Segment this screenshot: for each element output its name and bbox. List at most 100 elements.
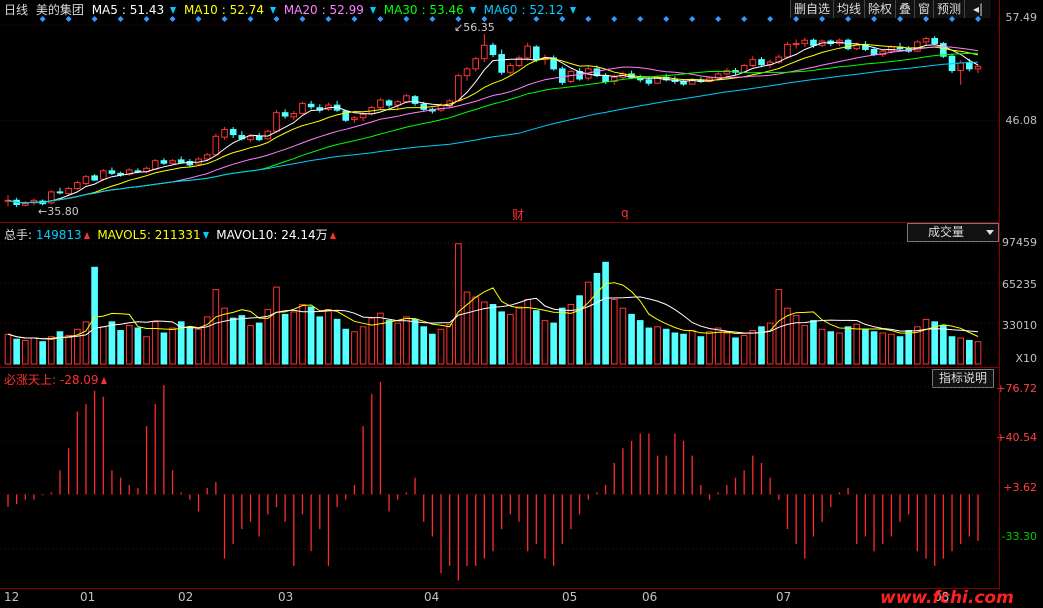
volume-bar: [212, 289, 220, 365]
signal-diamond: [559, 16, 566, 22]
candle-body: [792, 43, 800, 46]
candle-body: [749, 59, 757, 66]
watermark: www.fchi.com: [880, 588, 1014, 608]
volume-bar: [896, 336, 904, 365]
signal-diamond: [585, 16, 592, 22]
signal-diamond: [507, 16, 514, 22]
x-label-may: 05: [562, 590, 578, 604]
volume-bar: [429, 333, 436, 365]
stock-chart[interactable]: [0, 0, 1000, 590]
candle-body: [870, 48, 878, 56]
candle-body: [966, 62, 973, 70]
volume-bar: [247, 325, 254, 365]
volume-bar: [940, 325, 947, 365]
volume-bar: [723, 332, 731, 365]
candle-body: [151, 160, 159, 170]
volume-bar: [619, 307, 627, 365]
volume-bar: [342, 328, 350, 365]
signal-diamond: [143, 16, 150, 22]
signal-diamond: [325, 16, 332, 22]
volume-bar: [922, 318, 930, 365]
volume-bar: [801, 325, 809, 365]
volume-bar: [169, 327, 176, 365]
volume-bar: [22, 339, 29, 365]
volume-bar: [810, 320, 817, 365]
x-label-jun: 06: [642, 590, 658, 604]
volume-bar: [836, 332, 843, 365]
candle-body: [65, 188, 72, 195]
high-price-label: ↙56.35: [454, 21, 495, 34]
indicator-axis-2: +40.54: [996, 431, 1037, 444]
candle-body: [82, 176, 90, 184]
volume-bar: [697, 336, 705, 365]
x-label-feb: 02: [178, 590, 194, 604]
candle-body: [73, 182, 81, 190]
candle-body: [203, 154, 211, 160]
candle-body: [307, 103, 315, 108]
volume-bar: [862, 328, 869, 365]
volume-bar: [550, 322, 557, 365]
candle-body: [290, 113, 298, 118]
volume-bar: [39, 341, 46, 365]
volume-bar: [56, 331, 64, 365]
volume-bar: [584, 281, 592, 365]
x-label-mar: 03: [278, 590, 294, 604]
volume-bar: [507, 313, 514, 365]
candle-body: [299, 102, 306, 115]
indicator-axis-3: +3.62: [1003, 481, 1037, 494]
volume-bar: [870, 331, 878, 365]
volume-bar: [221, 307, 228, 365]
volume-bar: [489, 303, 497, 365]
volume-bar: [99, 326, 107, 365]
signal-diamond: [403, 16, 410, 22]
signal-diamond: [39, 16, 46, 22]
candle-body: [99, 170, 107, 180]
signal-diamond: [533, 16, 540, 22]
signal-diamond: [299, 16, 306, 22]
signal-diamond: [975, 16, 981, 22]
volume-bar: [749, 330, 757, 365]
volume-axis-unit: X10: [1015, 352, 1037, 365]
financial-report-marker[interactable]: 财: [512, 206, 524, 223]
volume-bar: [662, 328, 670, 365]
signal-diamond: [845, 16, 852, 22]
candle-body: [914, 41, 921, 52]
indicator-axis-1: +76.72: [996, 382, 1037, 395]
candle-body: [91, 175, 98, 181]
candle-body: [532, 46, 540, 61]
volume-axis-1: 97459: [1002, 236, 1037, 249]
volume-bar: [333, 318, 341, 365]
volume-bar: [255, 322, 263, 365]
candle-body: [351, 117, 358, 120]
volume-bar: [377, 312, 384, 365]
volume-bar: [680, 333, 687, 365]
candle-body: [645, 79, 653, 84]
signal-diamond: [767, 16, 774, 22]
candle-body: [247, 135, 254, 141]
signal-diamond: [195, 16, 202, 22]
signal-diamond: [741, 16, 748, 22]
candle-body: [169, 160, 176, 164]
candle-body: [229, 129, 237, 136]
volume-bar: [974, 341, 982, 365]
candle-body: [801, 39, 809, 45]
volume-bar: [394, 322, 402, 365]
price-axis-high: 57.49: [1005, 11, 1038, 24]
volume-bar: [931, 321, 939, 365]
volume-bar: [905, 330, 913, 365]
signal-diamond: [65, 16, 72, 22]
event-marker-q[interactable]: q: [621, 206, 629, 220]
volume-bar: [472, 296, 479, 365]
x-label-jul: 07: [776, 590, 792, 604]
signal-diamond: [429, 16, 436, 22]
volume-bar: [65, 334, 72, 365]
volume-bar: [532, 310, 540, 365]
candle-body: [56, 191, 64, 194]
volume-bar: [654, 326, 661, 365]
candle-body: [524, 45, 531, 59]
volume-bar: [714, 327, 722, 365]
x-label-dec: 12: [4, 590, 20, 604]
signal-diamond: [949, 16, 956, 22]
volume-bar: [186, 326, 194, 365]
candle-body: [507, 64, 514, 73]
